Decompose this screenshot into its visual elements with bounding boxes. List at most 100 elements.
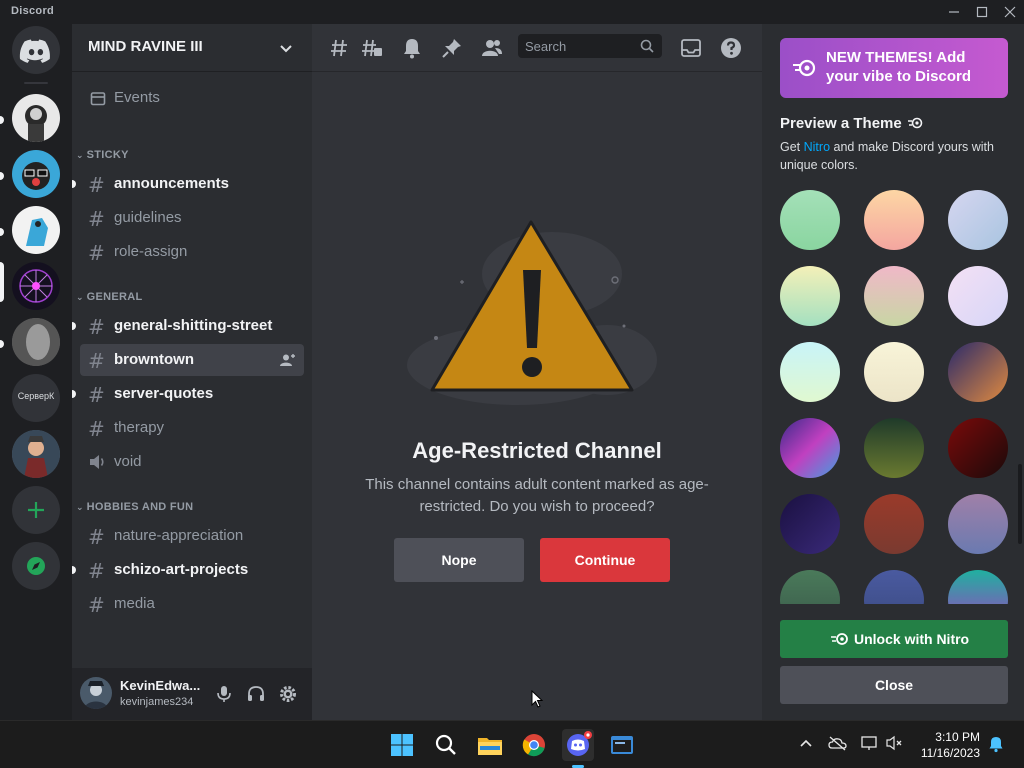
- channel-guidelines[interactable]: # guidelines: [80, 202, 304, 234]
- add-server-button[interactable]: [12, 486, 60, 534]
- theme-swatch[interactable]: [864, 494, 924, 554]
- theme-swatch[interactable]: [948, 570, 1008, 604]
- scrollbar[interactable]: [1018, 464, 1022, 544]
- channel-browntown[interactable]: # browntown: [80, 344, 304, 376]
- inbox-icon[interactable]: [679, 36, 703, 60]
- theme-swatch[interactable]: [780, 418, 840, 478]
- clock-date: 11/16/2023: [920, 746, 980, 760]
- channel-label: void: [114, 453, 142, 470]
- channel-server-quotes[interactable]: # server-quotes: [80, 378, 304, 410]
- taskbar: 3:10 PM 11/16/2023: [0, 720, 1024, 768]
- network-button[interactable]: [860, 735, 880, 754]
- theme-swatch[interactable]: [864, 418, 924, 478]
- close-icon: [1004, 6, 1016, 18]
- age-gate-description: This channel contains adult content mark…: [365, 476, 709, 515]
- search-input[interactable]: Search: [518, 34, 662, 58]
- unlock-label: Unlock with Nitro: [854, 631, 970, 647]
- server-avatar-icon: [19, 269, 53, 303]
- theme-swatch[interactable]: [780, 342, 840, 402]
- category-general[interactable]: ⌄ GENERAL: [76, 291, 143, 303]
- unread-indicator: [0, 116, 4, 124]
- preview-theme-description: Get Nitro and make Discord yours with un…: [780, 138, 1000, 174]
- notifications-button[interactable]: [988, 735, 1004, 756]
- tray-overflow-button[interactable]: [798, 735, 814, 754]
- unlock-with-nitro-button[interactable]: Unlock with Nitro: [780, 620, 1008, 658]
- user-settings-button[interactable]: [278, 684, 298, 704]
- theme-swatch[interactable]: [948, 418, 1008, 478]
- channel-label: guidelines: [114, 209, 182, 226]
- theme-swatch[interactable]: [864, 570, 924, 604]
- unread-indicator: [72, 180, 76, 188]
- channel-label: server-quotes: [114, 385, 214, 402]
- category-sticky[interactable]: ⌄ STICKY: [76, 149, 129, 161]
- threads-icon[interactable]: [328, 36, 352, 60]
- server-icon-7[interactable]: [12, 430, 60, 478]
- theme-swatch[interactable]: [780, 570, 840, 604]
- channel-general-shitting-street[interactable]: # general-shitting-street: [80, 310, 304, 342]
- guild-header[interactable]: MIND RAVINE III: [72, 24, 312, 72]
- hash-icon: #: [88, 315, 105, 339]
- member-list-icon[interactable]: [480, 36, 504, 60]
- new-themes-banner[interactable]: NEW THEMES! Add your vibe to Discord: [780, 38, 1008, 98]
- help-icon[interactable]: [719, 36, 743, 60]
- server-icon-1[interactable]: [12, 94, 60, 142]
- speaker-muted-icon: [886, 735, 902, 751]
- channel-nature-appreciation[interactable]: # nature-appreciation: [80, 520, 304, 552]
- mute-button[interactable]: [214, 684, 234, 704]
- nitro-link[interactable]: Nitro: [804, 140, 830, 154]
- threads-list-icon[interactable]: [360, 36, 384, 60]
- theme-swatch[interactable]: [864, 190, 924, 250]
- pin-icon[interactable]: [440, 36, 464, 60]
- deafen-button[interactable]: [246, 684, 266, 704]
- onedrive-button[interactable]: [828, 735, 848, 754]
- file-explorer-button[interactable]: [474, 729, 506, 761]
- invite-member-icon[interactable]: [280, 353, 296, 367]
- channel-announcements[interactable]: # announcements: [80, 168, 304, 200]
- explore-servers-button[interactable]: [12, 542, 60, 590]
- channel-label: nature-appreciation: [114, 527, 244, 544]
- events-item[interactable]: Events: [80, 82, 304, 114]
- volume-button[interactable]: [886, 735, 904, 754]
- server-icon-3[interactable]: [12, 206, 60, 254]
- bell-icon[interactable]: [400, 36, 424, 60]
- server-icon-2[interactable]: [12, 150, 60, 198]
- theme-swatch[interactable]: [864, 342, 924, 402]
- category-hobbies[interactable]: ⌄ HOBBIES AND FUN: [76, 501, 193, 513]
- taskbar-search-button[interactable]: [430, 729, 462, 761]
- discord-taskbar-button[interactable]: [562, 729, 594, 768]
- theme-swatch[interactable]: [780, 494, 840, 554]
- channel-therapy[interactable]: # therapy: [80, 412, 304, 444]
- avatar[interactable]: [80, 677, 112, 709]
- hash-icon: #: [88, 417, 105, 441]
- continue-button[interactable]: Continue: [540, 538, 670, 582]
- start-button[interactable]: [386, 729, 418, 761]
- server-icon-mind-ravine[interactable]: [12, 262, 60, 310]
- theme-swatch[interactable]: [780, 266, 840, 326]
- theme-swatch[interactable]: [948, 494, 1008, 554]
- theme-swatch[interactable]: [780, 190, 840, 250]
- channel-role-assign[interactable]: # role-assign: [80, 236, 304, 268]
- theme-swatch[interactable]: [948, 342, 1008, 402]
- close-window-button[interactable]: [998, 2, 1022, 22]
- server-icon-5[interactable]: [12, 318, 60, 366]
- nope-button[interactable]: Nope: [394, 538, 524, 582]
- minimize-button[interactable]: [942, 2, 966, 22]
- chrome-button[interactable]: [518, 729, 550, 761]
- close-button[interactable]: Close: [780, 666, 1008, 704]
- channel-media[interactable]: # media: [80, 588, 304, 620]
- theme-swatch[interactable]: [864, 266, 924, 326]
- server-icon-text[interactable]: СерверК: [12, 374, 60, 422]
- clock[interactable]: 3:10 PM 11/16/2023: [910, 729, 980, 761]
- theme-swatch[interactable]: [948, 190, 1008, 250]
- discord-icon: [567, 731, 592, 756]
- channel-label: announcements: [114, 175, 230, 192]
- channel-void[interactable]: void: [80, 446, 304, 478]
- announcement-channel-icon: #: [88, 173, 105, 197]
- channel-schizo-art-projects[interactable]: # schizo-art-projects: [80, 554, 304, 586]
- home-button[interactable]: [12, 26, 60, 74]
- maximize-button[interactable]: [970, 2, 994, 22]
- terminal-button[interactable]: [606, 729, 638, 761]
- theme-swatch[interactable]: [948, 266, 1008, 326]
- user-username: kevinjames234: [120, 696, 194, 708]
- unread-indicator: [72, 322, 76, 330]
